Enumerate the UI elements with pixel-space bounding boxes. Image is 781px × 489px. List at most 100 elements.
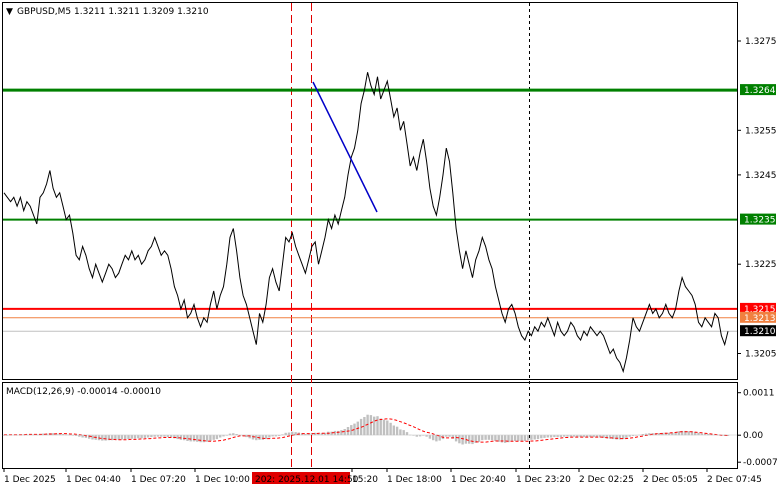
time-tick-label: 1 Dec 20:40 <box>451 475 506 485</box>
price-tick-label: 1.3275 <box>745 37 777 47</box>
macd-bar <box>104 435 107 441</box>
price-tag-label: 1.3264 <box>744 86 776 96</box>
macd-bar <box>484 435 487 440</box>
macd-bar <box>222 435 225 437</box>
macd-bar <box>219 435 222 438</box>
macd-bar <box>163 435 166 437</box>
macd-bar <box>540 435 543 439</box>
macd-bar <box>251 435 255 440</box>
macd-bar <box>268 435 271 438</box>
macd-bar <box>196 435 199 442</box>
time-tick-label: 1 Dec 2025 <box>4 475 56 485</box>
macd-bar <box>513 435 517 441</box>
macd-bar <box>631 435 635 436</box>
price-panel[interactable] <box>2 2 738 380</box>
macd-tick-label: -0.0007 <box>743 458 778 468</box>
macd-bar <box>635 435 638 436</box>
macd-bar <box>628 435 631 437</box>
macd-bar <box>569 435 572 437</box>
time-axis: 1 Dec 2025 1 Dec 04:40 1 Dec 07:20 1 Dec 10… <box>3 468 762 485</box>
macd-bar <box>133 435 137 439</box>
macd-bar <box>402 430 405 436</box>
price-tick-label: 1.3205 <box>745 350 777 360</box>
macd-bar <box>625 435 628 438</box>
macd-bar <box>340 430 343 436</box>
macd-bar <box>615 435 618 440</box>
macd-bar <box>536 435 540 440</box>
macd-bar <box>389 422 392 436</box>
macd-bar <box>556 435 559 438</box>
time-tick-label: 1 Dec 10:00 <box>195 475 250 485</box>
macd-bar <box>143 435 147 438</box>
macd-bar <box>271 435 274 437</box>
macd-bar <box>330 431 333 436</box>
macd-bar <box>120 435 124 440</box>
macd-bar <box>343 429 346 436</box>
macd-bar <box>127 435 130 440</box>
macd-bar <box>428 435 432 439</box>
macd-bar <box>481 435 484 441</box>
time-tick-label: 2 Dec 07:45 <box>707 475 762 485</box>
symbol-header: GBPUSD,M5 1.3211 1.3211 1.3209 1.3210 <box>17 7 209 17</box>
macd-bar <box>454 435 458 442</box>
price-tags: 1.32641.32351.32151.32131.3210 <box>740 84 776 337</box>
time-tick-label: 2 Dec 02:25 <box>579 475 634 485</box>
macd-bar <box>255 435 258 441</box>
time-tick-label: 1 Dec 04:40 <box>66 475 121 485</box>
macd-bar <box>245 435 248 438</box>
price-tag-label: 1.3235 <box>744 216 776 226</box>
macd-bar <box>458 435 461 444</box>
macd-bar <box>215 435 219 440</box>
chart-window[interactable]: ▼ GBPUSD,M5 1.3211 1.3211 1.3209 1.3210 … <box>0 0 781 489</box>
macd-bar <box>553 435 556 438</box>
macd-bar <box>530 435 533 440</box>
macd-bar <box>687 431 690 436</box>
macd-bar <box>274 435 278 437</box>
macd-bar <box>386 420 389 436</box>
macd-bar <box>166 435 169 438</box>
time-tick-label: 1 Dec 18:00 <box>387 475 442 485</box>
macd-bar <box>150 435 153 438</box>
chart-menu-icon[interactable]: ▼ <box>6 7 13 17</box>
macd-bar <box>546 435 549 438</box>
macd-bar <box>422 435 425 436</box>
macd-bar <box>199 435 202 443</box>
macd-bar <box>153 435 156 437</box>
macd-bar <box>490 435 494 441</box>
macd-bar <box>461 435 464 445</box>
price-tag-label: 1.3213 <box>744 314 776 324</box>
macd-bar <box>124 435 127 440</box>
macd-bar <box>415 435 418 437</box>
macd-bar <box>559 435 563 438</box>
macd-bar <box>520 435 523 441</box>
macd-bar <box>425 435 428 437</box>
price-tag-label: 1.3210 <box>744 327 776 337</box>
macd-bar <box>205 435 209 442</box>
macd-bar <box>140 435 143 439</box>
macd-bar <box>468 435 471 444</box>
macd-bar <box>432 435 435 441</box>
macd-bar <box>189 435 192 442</box>
macd-bar <box>186 435 189 441</box>
macd-bar <box>477 435 481 442</box>
macd-bar <box>399 429 402 436</box>
macd-bar <box>117 435 120 440</box>
price-tick-label: 1.3225 <box>745 260 777 270</box>
macd-bar <box>81 435 84 438</box>
macd-bar <box>395 426 399 436</box>
macd-bar <box>91 435 94 440</box>
macd-bar <box>71 435 74 436</box>
macd-bar <box>379 418 382 436</box>
macd-tick-label: 0.0011 <box>743 389 775 399</box>
macd-bar <box>369 415 373 436</box>
macd-bar <box>74 435 78 436</box>
macd-bar <box>278 435 281 436</box>
macd-bar <box>405 432 409 436</box>
time-tick-label: 1 Dec 23:20 <box>516 475 571 485</box>
macd-bar <box>572 435 576 437</box>
macd-bar <box>510 435 513 442</box>
macd-bar <box>261 435 264 440</box>
macd-bar <box>533 435 536 440</box>
macd-tick-label: 0.00 <box>743 431 763 441</box>
macd-bar <box>183 435 186 441</box>
